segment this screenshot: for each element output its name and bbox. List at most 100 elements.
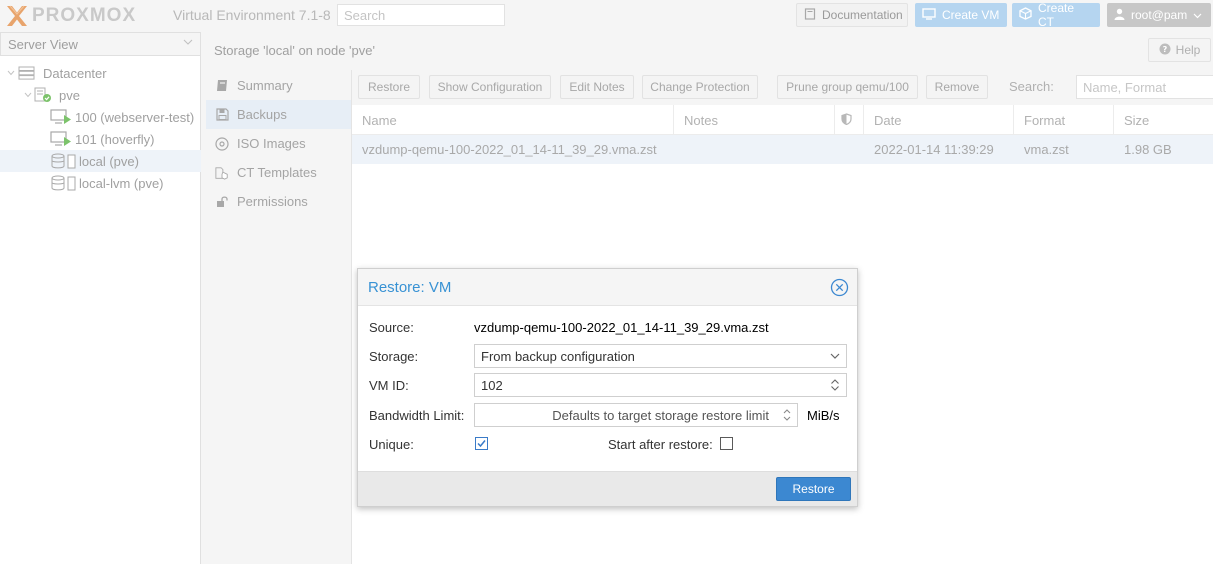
close-icon[interactable] [830, 278, 849, 297]
storage-select-value: From backup configuration [481, 349, 635, 364]
vm-running-icon [50, 131, 72, 150]
column-header-protected[interactable] [835, 105, 864, 135]
documentation-button[interactable]: Documentation [796, 3, 908, 27]
nav-item-backups[interactable]: Backups [206, 100, 351, 129]
nav-item-summary[interactable]: Summary [206, 71, 351, 100]
book-icon [215, 79, 229, 93]
tree-item-label: local (pve) [79, 153, 139, 169]
change-protection-button[interactable]: Change Protection [642, 75, 758, 99]
restore-vm-dialog: Restore: VM Source: vzdump-qemu-100-2022… [357, 268, 858, 507]
storage-subnav: Summary Backups ISO Images CT Templates … [206, 70, 351, 564]
create-ct-label: Create CT [1038, 1, 1075, 29]
create-vm-button[interactable]: Create VM [915, 3, 1007, 27]
show-configuration-button[interactable]: Show Configuration [429, 75, 551, 99]
datacenter-icon [18, 66, 35, 83]
storage-select[interactable]: From backup configuration [474, 344, 847, 368]
content-header: Storage 'local' on node 'pve' ? Help [206, 36, 1213, 66]
tree-item-datacenter[interactable]: Datacenter [0, 62, 201, 84]
column-header-format[interactable]: Format [1014, 105, 1114, 135]
chevron-down-icon [183, 37, 193, 48]
help-button[interactable]: ? Help [1148, 38, 1211, 62]
tree-item-vm-101[interactable]: 101 (hoverfly) [0, 128, 201, 150]
bandwidth-limit-input[interactable]: Defaults to target storage restore limit [474, 403, 798, 427]
nav-item-label: ISO Images [237, 136, 306, 151]
column-header-name[interactable]: Name [352, 105, 674, 135]
monitor-icon [922, 7, 936, 23]
proxmox-x-icon [4, 4, 30, 28]
tree-item-label: 100 (webserver-test) [75, 109, 195, 125]
documentation-label: Documentation [822, 8, 903, 22]
cell-format: vma.zst [1024, 142, 1069, 157]
floppy-icon [215, 108, 229, 122]
chevron-down-icon[interactable] [829, 349, 841, 363]
cell-size: 1.98 GB [1124, 142, 1172, 157]
chevron-down-icon [1193, 8, 1202, 22]
storage-label: Storage: [369, 349, 419, 364]
book-icon [804, 7, 816, 23]
cube-icon [1019, 7, 1032, 23]
unlock-icon [215, 195, 229, 209]
restore-button[interactable]: Restore [776, 477, 851, 501]
edit-notes-button[interactable]: Edit Notes [560, 75, 634, 99]
tree-item-label: 101 (hoverfly) [75, 131, 155, 147]
dialog-header: Restore: VM [358, 269, 857, 306]
disc-icon [215, 136, 229, 151]
view-selector-value: Server View [8, 37, 78, 52]
dialog-footer: Restore [358, 471, 857, 506]
nav-item-iso-images[interactable]: ISO Images [206, 129, 351, 158]
user-label: root@pam [1131, 8, 1188, 22]
vmid-label: VM ID: [369, 378, 409, 393]
tree-item-vm-100[interactable]: 100 (webserver-test) [0, 106, 201, 128]
bandwidth-unit: MiB/s [807, 408, 840, 423]
start-after-restore-label: Start after restore: [608, 437, 713, 452]
tree-item-local[interactable]: local (pve) [0, 150, 201, 172]
expand-chevron-icon[interactable] [24, 90, 32, 100]
cell-date: 2022-01-14 11:39:29 [874, 142, 994, 157]
restore-toolbar-button[interactable]: Restore [358, 75, 420, 99]
unique-checkbox[interactable] [475, 437, 488, 450]
remove-button[interactable]: Remove [926, 75, 988, 99]
nav-item-label: Backups [237, 107, 287, 122]
view-selector[interactable]: Server View [0, 32, 201, 56]
resource-tree: Datacenter pve 100 (webserver-test) 101 … [0, 56, 201, 564]
user-menu-button[interactable]: root@pam [1107, 3, 1211, 27]
tree-item-local-lvm[interactable]: local-lvm (pve) [0, 172, 201, 194]
vmid-input[interactable]: 102 [474, 373, 847, 397]
spinner-icon[interactable] [782, 407, 792, 423]
nav-item-ct-templates[interactable]: CT Templates [206, 158, 351, 187]
backup-search-input[interactable]: Name, Format [1076, 75, 1213, 99]
template-icon [215, 166, 229, 180]
column-header-date[interactable]: Date [864, 105, 1014, 135]
spinner-icon[interactable] [829, 378, 841, 392]
tree-item-label: local-lvm (pve) [79, 175, 164, 191]
user-icon [1114, 8, 1125, 23]
expand-chevron-icon[interactable] [7, 68, 15, 78]
logo-text: PROXMOX [32, 5, 137, 26]
storage-icon [51, 153, 77, 172]
nav-item-label: CT Templates [237, 165, 317, 180]
bandwidth-label: Bandwidth Limit: [369, 408, 465, 423]
page-title: Storage 'local' on node 'pve' [214, 43, 375, 58]
global-search-input[interactable]: Search [337, 4, 505, 26]
cell-notes [674, 135, 835, 164]
shield-icon [841, 113, 852, 128]
svg-text:?: ? [1162, 45, 1167, 54]
start-after-restore-checkbox[interactable] [720, 437, 733, 450]
help-label: Help [1175, 43, 1201, 57]
column-header-size[interactable]: Size [1114, 105, 1213, 135]
prune-group-button[interactable]: Prune group qemu/100 [777, 75, 918, 99]
unique-label: Unique: [369, 437, 414, 452]
create-ct-button[interactable]: Create CT [1012, 1, 1100, 29]
table-row[interactable]: vzdump-qemu-100-2022_01_14-11_39_29.vma.… [352, 135, 1213, 164]
tree-item-pve[interactable]: pve [0, 84, 201, 106]
tree-item-label: pve [59, 87, 80, 103]
tree-item-label: Datacenter [43, 65, 107, 81]
proxmox-logo[interactable]: PROXMOX [4, 4, 136, 28]
search-label: Search: [1009, 79, 1054, 94]
column-header-notes[interactable]: Notes [674, 105, 835, 135]
backup-toolbar: Restore Show Configuration Edit Notes Ch… [352, 70, 1213, 105]
question-icon: ? [1159, 43, 1171, 58]
nav-item-label: Permissions [237, 194, 308, 209]
nav-item-permissions[interactable]: Permissions [206, 187, 351, 216]
grid-header: Name Notes Date Format Size [352, 105, 1213, 135]
